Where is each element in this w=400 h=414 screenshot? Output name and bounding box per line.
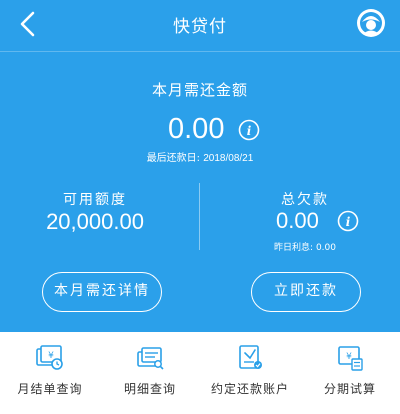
summary-panel: 快贷付 本月需还金额 0.00 i 最后还款日: 2018/08/21 可用额度 (0, 0, 400, 332)
monthly-statement-icon: ¥ (35, 344, 65, 372)
last-repay-date: 最后还款日: 2018/08/21 (0, 149, 400, 164)
tab-installment-calc[interactable]: ¥ 分期试算 (300, 332, 400, 414)
page-title: 快贷付 (173, 17, 227, 37)
tab-repay-account-label: 约定还款账户 (210, 382, 289, 396)
column-divider (199, 183, 200, 250)
repay-account-icon (235, 344, 265, 372)
header-divider (0, 51, 400, 52)
installment-calc-icon: ¥ (335, 344, 365, 372)
repay-now-button[interactable]: 立即还款 (251, 272, 361, 312)
tab-repay-account[interactable]: 约定还款账户 (200, 332, 300, 414)
tab-detail-query-label: 明细查询 (123, 382, 176, 396)
svg-text:¥: ¥ (346, 352, 352, 362)
available-credit-amount: 20,000.00 (46, 209, 144, 234)
tab-monthly-statement[interactable]: ¥ 月结单查询 (0, 332, 100, 414)
last-repay-date-value: 2018/08/21 (203, 153, 254, 164)
app-screen: 快贷付 本月需还金额 0.00 i 最后还款日: 2018/08/21 可用额度 (0, 0, 400, 414)
total-owed-amount: 0.00 (276, 208, 319, 233)
monthly-due-detail-button[interactable]: 本月需还详情 (42, 272, 162, 312)
detail-query-icon (135, 344, 165, 372)
svg-text:i: i (346, 215, 351, 229)
tab-detail-query[interactable]: 明细查询 (100, 332, 200, 414)
svg-text:i: i (247, 124, 252, 138)
monthly-due-title: 本月需还金额 (151, 81, 248, 99)
svg-text:¥: ¥ (48, 351, 54, 361)
profile-icon (357, 9, 385, 37)
yesterday-interest-value: 0.00 (315, 243, 336, 253)
profile-button[interactable] (355, 7, 387, 39)
total-owed-label: 总欠款 (281, 192, 329, 208)
yesterday-interest: 昨日利息: 0.00 (210, 240, 400, 253)
tab-installment-calc-label: 分期试算 (323, 382, 376, 396)
owed-info-icon[interactable]: i (337, 210, 359, 232)
yesterday-interest-label: 昨日利息: (274, 243, 314, 253)
function-tab-bar: ¥ 月结单查询 明细查询 约定还款账户 ¥ 分期试算 (0, 332, 400, 414)
available-credit-label: 可用额度 (63, 192, 127, 208)
monthly-due-amount: 0.00 (168, 113, 225, 145)
tab-monthly-statement-label: 月结单查询 (17, 382, 83, 396)
last-repay-date-label: 最后还款日: (146, 153, 201, 164)
due-info-icon[interactable]: i (238, 119, 260, 141)
